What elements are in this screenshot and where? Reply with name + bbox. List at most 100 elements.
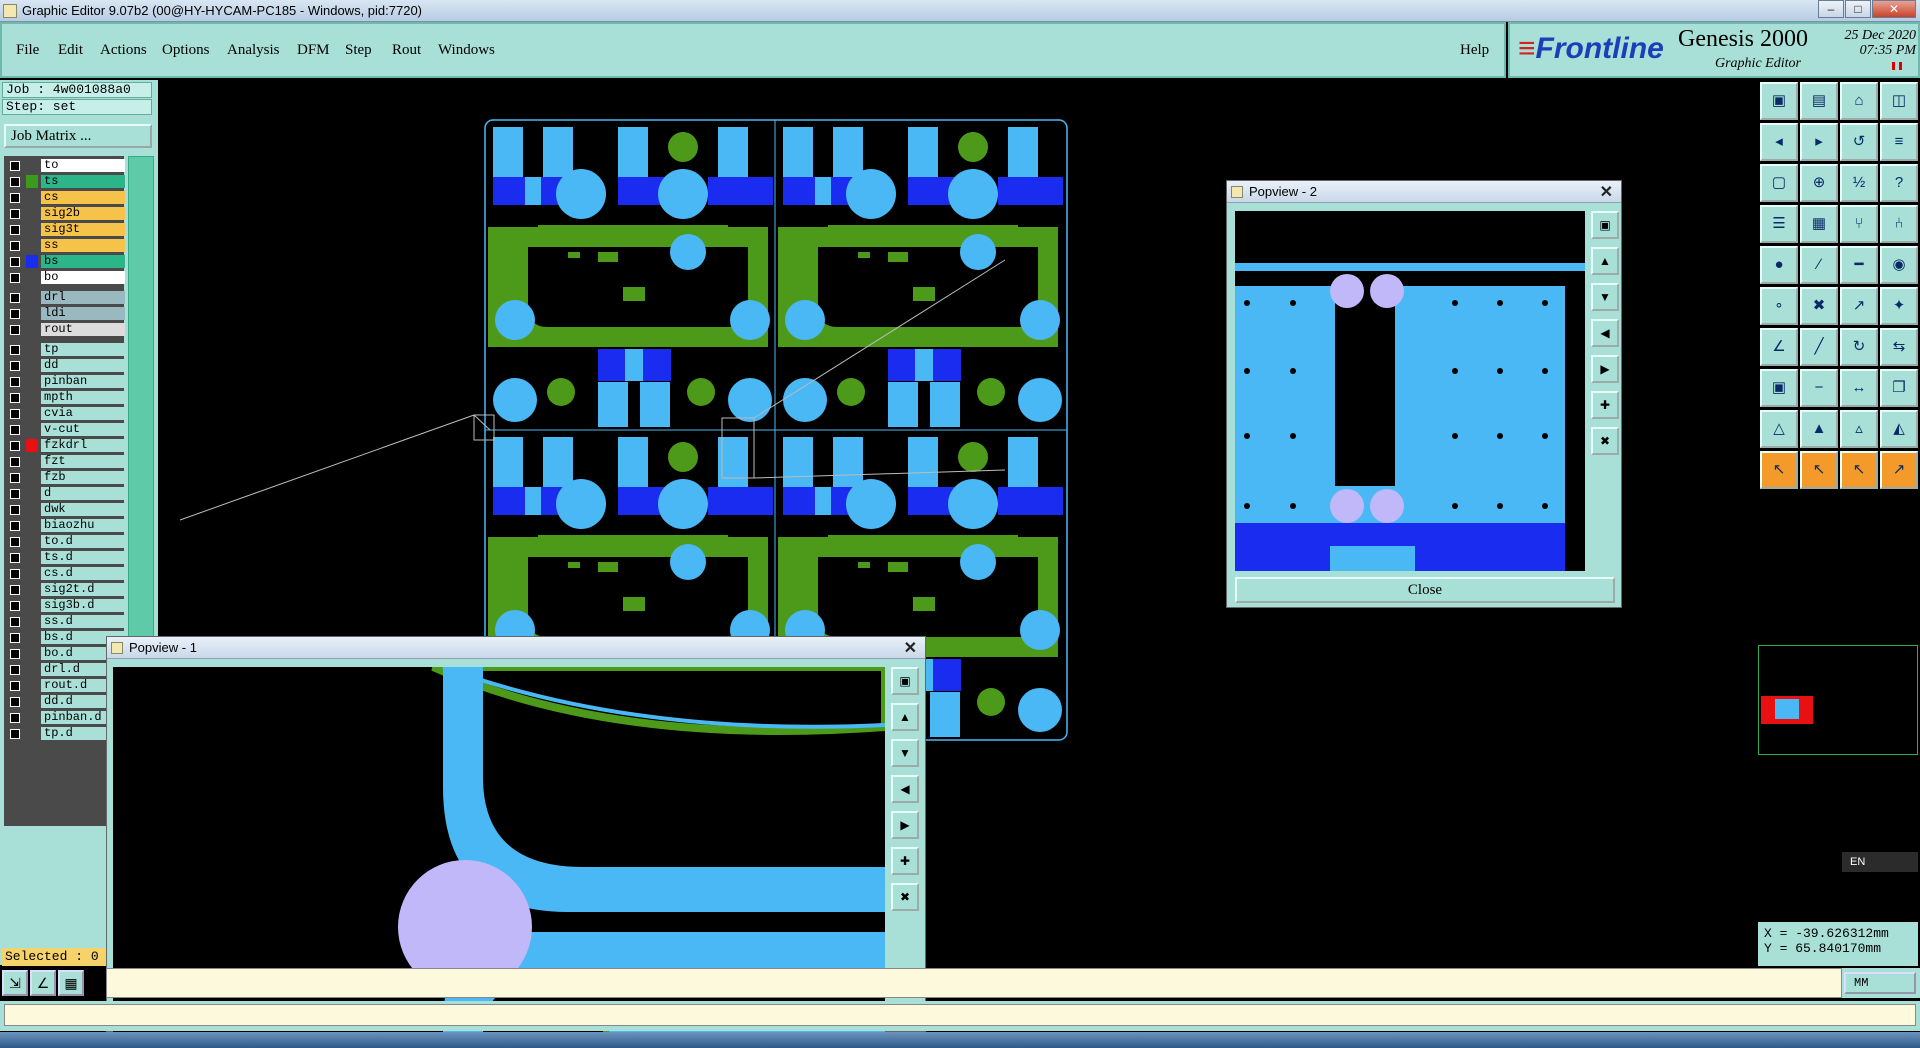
pan-right-icon[interactable]: ▶	[891, 811, 919, 839]
layer-checkbox[interactable]	[10, 681, 20, 691]
zoom-out-icon[interactable]: ✖	[891, 883, 919, 911]
layer-color-swatch[interactable]	[26, 223, 38, 236]
layer-stack-icon[interactable]: ☰	[1760, 205, 1798, 243]
menu-actions[interactable]: Actions	[100, 42, 147, 59]
popview-2-titlebar[interactable]: Popview - 2 ✕	[1227, 181, 1621, 203]
menu-step[interactable]: Step	[345, 42, 372, 59]
center-icon[interactable]: ⊕	[1800, 164, 1838, 202]
layer-name[interactable]: cs	[41, 191, 125, 204]
query-icon[interactable]: ?	[1880, 164, 1918, 202]
layer-checkbox[interactable]	[10, 209, 20, 219]
layer-color-swatch[interactable]	[26, 599, 38, 612]
layer-name[interactable]: sig2b	[41, 207, 125, 220]
layer-row[interactable]: cvia	[4, 406, 125, 421]
move-icon[interactable]: ↗	[1840, 287, 1878, 325]
layer-row[interactable]: ldi	[4, 306, 125, 321]
layer-row[interactable]: sig3t	[4, 222, 125, 237]
layer-row[interactable]: dd	[4, 358, 125, 373]
tri-d-icon[interactable]: ◭	[1880, 410, 1918, 448]
layer-color-swatch[interactable]	[26, 615, 38, 628]
net-b-icon[interactable]: ⑃	[1880, 205, 1918, 243]
layer-name[interactable]: v-cut	[41, 423, 125, 436]
layer-row[interactable]: ts	[4, 174, 125, 189]
zoom-fit-icon[interactable]: ⇲	[2, 970, 28, 996]
layer-row[interactable]: sig3b.d	[4, 598, 125, 613]
resize-icon[interactable]: ↔	[1840, 369, 1878, 407]
layer-checkbox[interactable]	[10, 713, 20, 723]
pan-left-icon[interactable]: ◀	[891, 775, 919, 803]
layer-color-swatch[interactable]	[26, 439, 38, 452]
layer-color-swatch[interactable]	[26, 727, 38, 740]
layer-color-swatch[interactable]	[26, 535, 38, 548]
layer-checkbox[interactable]	[10, 257, 20, 267]
layer-row[interactable]: v-cut	[4, 422, 125, 437]
layer-row[interactable]: mpth	[4, 390, 125, 405]
close-button[interactable]: ✕	[1872, 0, 1916, 18]
pan-down-icon[interactable]: ▼	[891, 739, 919, 767]
zoom-home-icon[interactable]: ▣	[891, 667, 919, 695]
menu-rout[interactable]: Rout	[392, 42, 421, 59]
layer-color-swatch[interactable]	[26, 567, 38, 580]
layer-row[interactable]: ts.d	[4, 550, 125, 565]
tri-b-icon[interactable]: ▲	[1800, 410, 1838, 448]
layer-color-swatch[interactable]	[26, 663, 38, 676]
menu-analysis[interactable]: Analysis	[227, 42, 280, 59]
layer-checkbox[interactable]	[10, 665, 20, 675]
layer-color-swatch[interactable]	[26, 323, 38, 336]
ruler-icon[interactable]: ━	[1840, 246, 1878, 284]
layer-name[interactable]: sig2t.d	[41, 583, 125, 596]
node-icon[interactable]: ✦	[1880, 287, 1918, 325]
layer-row[interactable]: ss.d	[4, 614, 125, 629]
layer-color-swatch[interactable]	[26, 307, 38, 320]
layer-row[interactable]: to.d	[4, 534, 125, 549]
layer-name[interactable]: tp	[41, 343, 125, 356]
layer-checkbox[interactable]	[10, 601, 20, 611]
layer-checkbox[interactable]	[10, 425, 20, 435]
layer-checkbox[interactable]	[10, 457, 20, 467]
layer-name[interactable]: cs.d	[41, 567, 125, 580]
layer-checkbox[interactable]	[10, 293, 20, 303]
line-icon[interactable]: ∕	[1800, 246, 1838, 284]
minimize-button[interactable]: –	[1818, 0, 1844, 18]
pan-left-icon[interactable]: ◀	[1591, 319, 1619, 347]
connect-icon[interactable]: ∘	[1760, 287, 1798, 325]
layer-color-swatch[interactable]	[26, 647, 38, 660]
layer-color-swatch[interactable]	[26, 159, 38, 172]
zoom-in-icon[interactable]: ✚	[1591, 391, 1619, 419]
layer-checkbox[interactable]	[10, 325, 20, 335]
layer-checkbox[interactable]	[10, 473, 20, 483]
layer-row[interactable]: bo	[4, 270, 125, 285]
menu-edit[interactable]: Edit	[58, 42, 83, 59]
layer-checkbox[interactable]	[10, 273, 20, 283]
layer-row[interactable]: ss	[4, 238, 125, 253]
layer-row[interactable]: cs	[4, 190, 125, 205]
layer-color-swatch[interactable]	[26, 255, 38, 268]
minus-icon[interactable]: −	[1800, 369, 1838, 407]
select-route-icon[interactable]: ↗	[1880, 451, 1918, 489]
layer-color-swatch[interactable]	[26, 207, 38, 220]
maximize-button[interactable]: □	[1845, 0, 1871, 18]
tri-c-icon[interactable]: ▵	[1840, 410, 1878, 448]
layer-color-swatch[interactable]	[26, 375, 38, 388]
layer-name[interactable]: ss.d	[41, 615, 125, 628]
layer-row[interactable]: pinban	[4, 374, 125, 389]
fit-icon[interactable]: ▢	[1760, 164, 1798, 202]
layer-color-swatch[interactable]	[26, 711, 38, 724]
layer-row[interactable]: tp	[4, 342, 125, 357]
net-a-icon[interactable]: ⑂	[1840, 205, 1878, 243]
layer-checkbox[interactable]	[10, 729, 20, 739]
layer-name[interactable]: d	[41, 487, 125, 500]
layer-row[interactable]: fzb	[4, 470, 125, 485]
layer-color-swatch[interactable]	[26, 291, 38, 304]
layer-color-swatch[interactable]	[26, 239, 38, 252]
layer-color-swatch[interactable]	[26, 175, 38, 188]
scale-icon[interactable]: ½	[1840, 164, 1878, 202]
layer-checkbox[interactable]	[10, 309, 20, 319]
popview-1-titlebar[interactable]: Popview - 1 ✕	[107, 637, 925, 659]
layer-checkbox[interactable]	[10, 177, 20, 187]
units-selector[interactable]: MM	[1844, 972, 1916, 994]
layer-name[interactable]: to	[41, 159, 125, 172]
overview-map[interactable]	[1758, 645, 1918, 755]
layer-name[interactable]: cvia	[41, 407, 125, 420]
layer-row[interactable]: cs.d	[4, 566, 125, 581]
